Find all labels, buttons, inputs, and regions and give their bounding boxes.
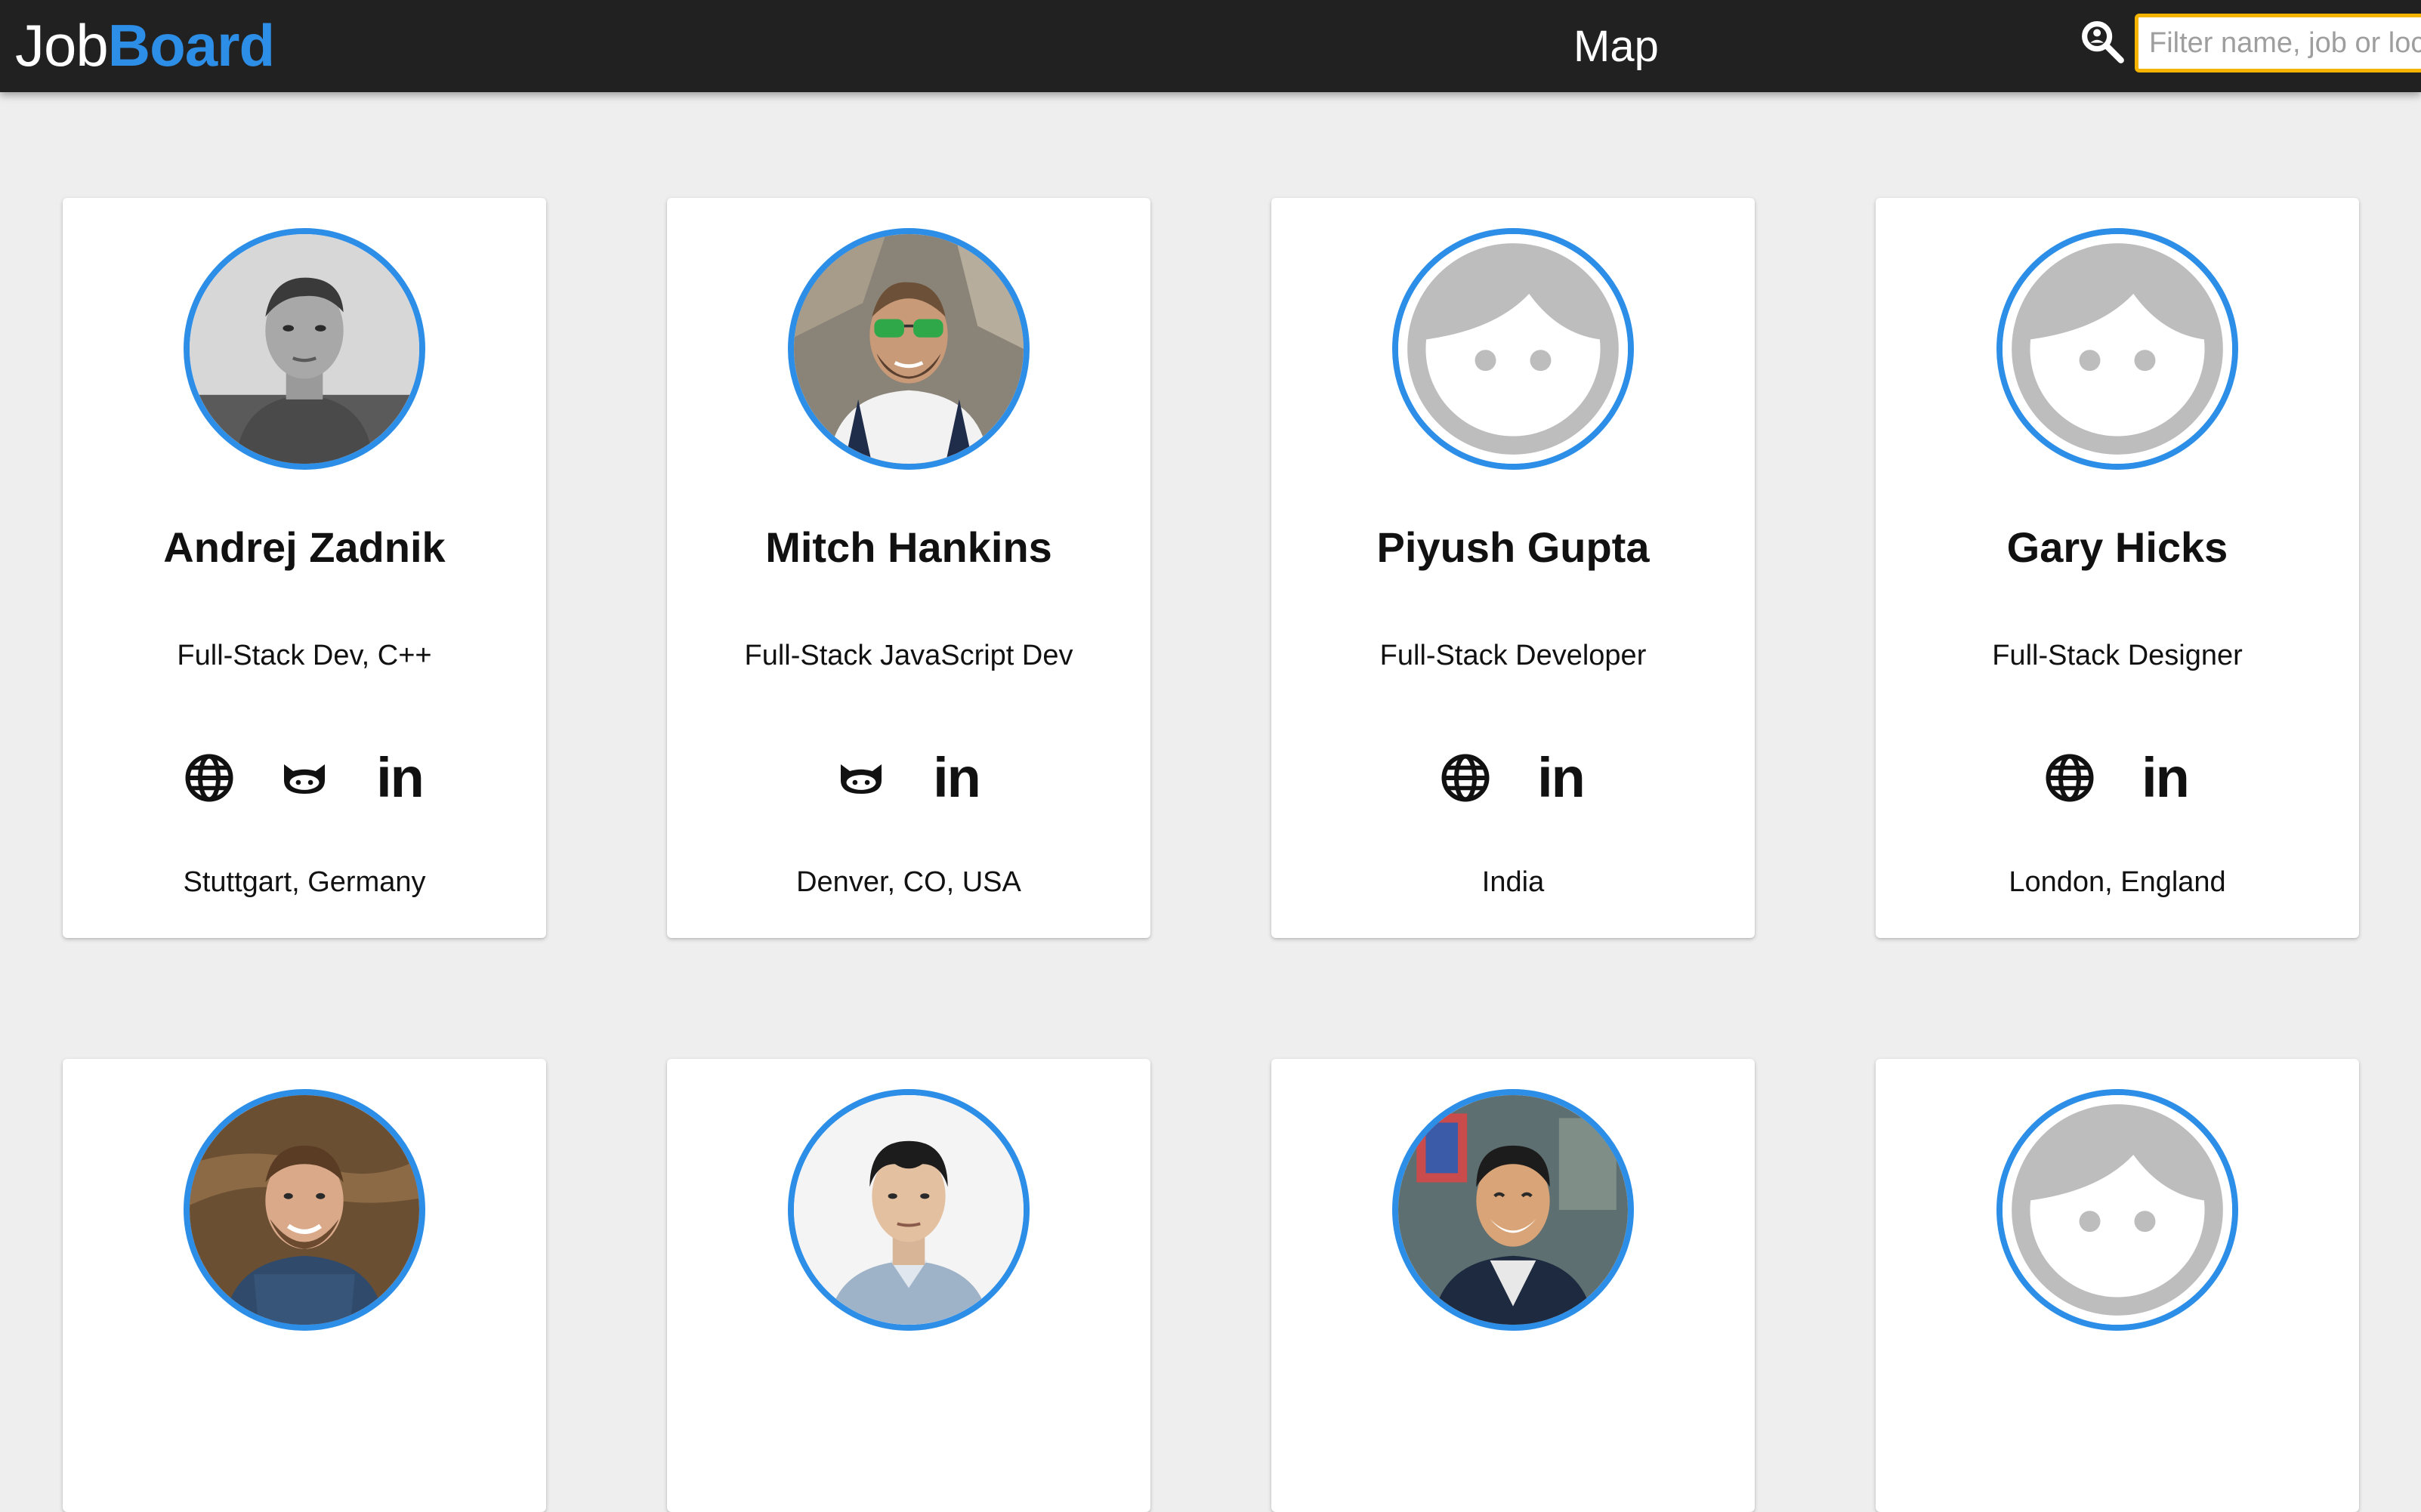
- avatar-photo-icon: [794, 1095, 1024, 1325]
- linkedin-icon[interactable]: in: [2138, 750, 2192, 806]
- profile-links: in: [63, 740, 546, 816]
- profile-card[interactable]: [667, 1059, 1150, 1512]
- profile-job-title: Full-Stack Dev, C++: [177, 640, 432, 671]
- avatar: [184, 228, 425, 470]
- profile-card[interactable]: Piyush Gupta Full-Stack Developer in Ind…: [1271, 198, 1755, 938]
- avatar: [788, 228, 1030, 470]
- avatar: [788, 1089, 1030, 1331]
- avatar-photo-icon: [1398, 1095, 1628, 1325]
- linkedin-icon[interactable]: in: [1533, 750, 1588, 806]
- profile-location: London, England: [2009, 866, 2226, 898]
- profile-name: Mitch Hankins: [765, 523, 1052, 571]
- default-avatar-icon: [2003, 1095, 2232, 1325]
- avatar: [1996, 228, 2238, 470]
- profile-card[interactable]: [1271, 1059, 1755, 1512]
- github-icon[interactable]: [277, 751, 332, 805]
- brand-logo-board: Board: [107, 11, 275, 79]
- github-icon[interactable]: [834, 751, 888, 805]
- avatar-photo-icon: [190, 1095, 419, 1325]
- website-icon[interactable]: [1438, 751, 1493, 805]
- profile-links: in: [1876, 740, 2359, 816]
- profile-links: in: [1271, 740, 1755, 816]
- avatar-photo-icon: [794, 234, 1024, 464]
- profile-card[interactable]: [1876, 1059, 2359, 1512]
- profile-location: India: [1481, 866, 1545, 898]
- avatar: [1392, 228, 1634, 470]
- profile-name: Piyush Gupta: [1376, 523, 1650, 571]
- search-input[interactable]: [2135, 14, 2421, 73]
- profile-location: Denver, CO, USA: [796, 866, 1021, 898]
- profile-name: Gary Hicks: [2006, 523, 2228, 571]
- brand-logo-job: Job: [15, 11, 109, 79]
- website-icon[interactable]: [182, 751, 236, 805]
- search-icon[interactable]: [2077, 17, 2127, 66]
- profile-location: Stuttgart, Germany: [183, 866, 426, 898]
- website-icon[interactable]: [2043, 751, 2097, 805]
- default-avatar-icon: [1398, 234, 1628, 464]
- linkedin-icon[interactable]: in: [929, 750, 984, 806]
- profile-job-title: Full-Stack Designer: [1992, 640, 2243, 671]
- profile-card[interactable]: [63, 1059, 546, 1512]
- nav-map-link[interactable]: Map: [1573, 14, 1659, 79]
- profile-job-title: Full-Stack JavaScript Dev: [744, 640, 1073, 671]
- profile-links: in: [667, 740, 1150, 816]
- linkedin-icon[interactable]: in: [372, 750, 427, 806]
- default-avatar-icon: [2003, 234, 2232, 464]
- profile-card[interactable]: Andrej Zadnik Full-Stack Dev, C++ in Stu…: [63, 198, 546, 938]
- brand-logo[interactable]: Job Board: [15, 8, 275, 83]
- avatar: [1392, 1089, 1634, 1331]
- profile-card[interactable]: Mitch Hankins Full-Stack JavaScript Dev …: [667, 198, 1150, 938]
- avatar: [184, 1089, 425, 1331]
- profile-card[interactable]: Gary Hicks Full-Stack Designer in London…: [1876, 198, 2359, 938]
- top-app-bar: Job Board Map: [0, 0, 2421, 92]
- avatar: [1996, 1089, 2238, 1331]
- profile-name: Andrej Zadnik: [163, 523, 446, 571]
- avatar-photo-icon: [190, 234, 419, 464]
- profile-job-title: Full-Stack Developer: [1379, 640, 1647, 671]
